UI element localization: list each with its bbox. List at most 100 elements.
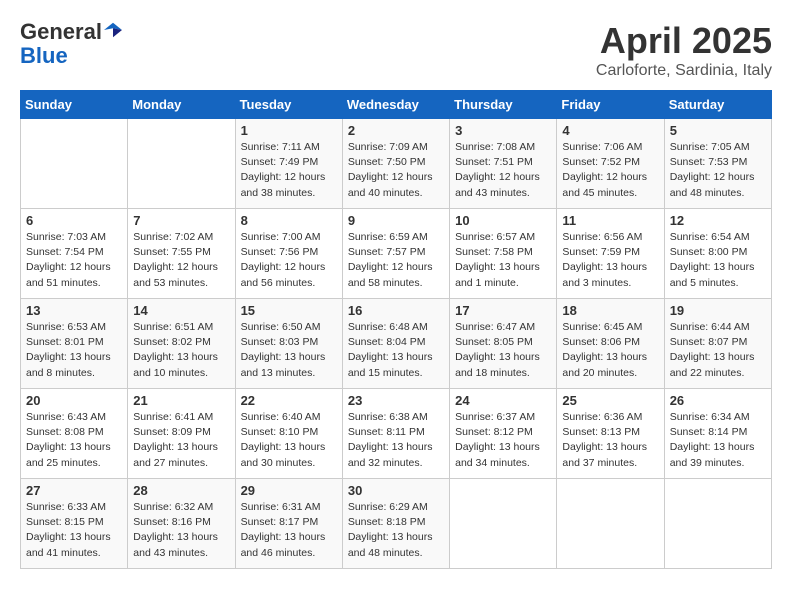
day-number: 8: [241, 213, 337, 228]
day-number: 10: [455, 213, 551, 228]
day-number: 18: [562, 303, 658, 318]
column-header-wednesday: Wednesday: [342, 91, 449, 119]
day-cell: 16Sunrise: 6:48 AM Sunset: 8:04 PM Dayli…: [342, 299, 449, 389]
day-number: 28: [133, 483, 229, 498]
day-number: 1: [241, 123, 337, 138]
day-number: 12: [670, 213, 766, 228]
day-info: Sunrise: 7:08 AM Sunset: 7:51 PM Dayligh…: [455, 140, 551, 201]
week-row-3: 13Sunrise: 6:53 AM Sunset: 8:01 PM Dayli…: [21, 299, 772, 389]
column-header-saturday: Saturday: [664, 91, 771, 119]
column-header-monday: Monday: [128, 91, 235, 119]
day-cell: 24 Sunrise: 6:37 AM Sunset: 8:12 PM Dayli…: [450, 389, 557, 479]
calendar-table: SundayMondayTuesdayWednesdayThursdayFrid…: [20, 90, 772, 569]
day-number: 5: [670, 123, 766, 138]
day-cell: 21 Sunrise: 6:41 AM Sunset: 8:09 PM Dayli…: [128, 389, 235, 479]
day-info: Sunrise: 6:29 AM Sunset: 8:18 PM Dayligh…: [348, 500, 444, 561]
day-cell: 3 Sunrise: 7:08 AM Sunset: 7:51 PM Daylig…: [450, 119, 557, 209]
day-info: Sunrise: 6:59 AM Sunset: 7:57 PM Dayligh…: [348, 230, 444, 291]
day-cell: 6 Sunrise: 7:03 AM Sunset: 7:54 PM Daylig…: [21, 209, 128, 299]
column-header-tuesday: Tuesday: [235, 91, 342, 119]
day-number: 13: [26, 303, 122, 318]
day-cell: 13Sunrise: 6:53 AM Sunset: 8:01 PM Dayli…: [21, 299, 128, 389]
day-cell: [128, 119, 235, 209]
day-number: 29: [241, 483, 337, 498]
day-cell: [21, 119, 128, 209]
day-number: 11: [562, 213, 658, 228]
day-info: Sunrise: 6:57 AM Sunset: 7:58 PM Dayligh…: [455, 230, 551, 291]
day-number: 2: [348, 123, 444, 138]
day-cell: 26Sunrise: 6:34 AM Sunset: 8:14 PM Dayli…: [664, 389, 771, 479]
column-header-sunday: Sunday: [21, 91, 128, 119]
day-cell: 1 Sunrise: 7:11 AM Sunset: 7:49 PM Daylig…: [235, 119, 342, 209]
day-info: Sunrise: 6:41 AM Sunset: 8:09 PM Dayligh…: [133, 410, 229, 471]
day-cell: 10 Sunrise: 6:57 AM Sunset: 7:58 PM Dayli…: [450, 209, 557, 299]
day-info: Sunrise: 7:00 AM Sunset: 7:56 PM Dayligh…: [241, 230, 337, 291]
day-info: Sunrise: 6:36 AM Sunset: 8:13 PM Dayligh…: [562, 410, 658, 471]
location: Carloforte, Sardinia, Italy: [596, 62, 772, 80]
title-block: April 2025 Carloforte, Sardinia, Italy: [596, 20, 772, 80]
day-info: Sunrise: 7:03 AM Sunset: 7:54 PM Dayligh…: [26, 230, 122, 291]
day-number: 17: [455, 303, 551, 318]
week-row-2: 6 Sunrise: 7:03 AM Sunset: 7:54 PM Daylig…: [21, 209, 772, 299]
day-number: 27: [26, 483, 122, 498]
page-header: General Blue April 2025 Carloforte, Sard…: [20, 20, 772, 80]
day-number: 15: [241, 303, 337, 318]
day-number: 19: [670, 303, 766, 318]
day-cell: 4 Sunrise: 7:06 AM Sunset: 7:52 PM Daylig…: [557, 119, 664, 209]
day-info: Sunrise: 6:31 AM Sunset: 8:17 PM Dayligh…: [241, 500, 337, 561]
day-info: Sunrise: 6:54 AM Sunset: 8:00 PM Dayligh…: [670, 230, 766, 291]
day-cell: 14Sunrise: 6:51 AM Sunset: 8:02 PM Dayli…: [128, 299, 235, 389]
day-info: Sunrise: 6:34 AM Sunset: 8:14 PM Dayligh…: [670, 410, 766, 471]
day-number: 23: [348, 393, 444, 408]
day-number: 24: [455, 393, 551, 408]
day-cell: [450, 479, 557, 569]
day-number: 7: [133, 213, 229, 228]
day-cell: 28 Sunrise: 6:32 AM Sunset: 8:16 PM Dayli…: [128, 479, 235, 569]
day-info: Sunrise: 6:33 AM Sunset: 8:15 PM Dayligh…: [26, 500, 122, 561]
logo-general: General: [20, 19, 102, 44]
day-info: Sunrise: 7:06 AM Sunset: 7:52 PM Dayligh…: [562, 140, 658, 201]
month-title: April 2025: [596, 20, 772, 62]
day-cell: 8 Sunrise: 7:00 AM Sunset: 7:56 PM Daylig…: [235, 209, 342, 299]
day-number: 16: [348, 303, 444, 318]
header-row: SundayMondayTuesdayWednesdayThursdayFrid…: [21, 91, 772, 119]
day-cell: 17 Sunrise: 6:47 AM Sunset: 8:05 PM Dayli…: [450, 299, 557, 389]
logo: General Blue: [20, 20, 122, 68]
day-number: 9: [348, 213, 444, 228]
day-cell: 23 Sunrise: 6:38 AM Sunset: 8:11 PM Dayli…: [342, 389, 449, 479]
day-cell: 18Sunrise: 6:45 AM Sunset: 8:06 PM Dayli…: [557, 299, 664, 389]
day-cell: 15Sunrise: 6:50 AM Sunset: 8:03 PM Dayli…: [235, 299, 342, 389]
day-info: Sunrise: 6:38 AM Sunset: 8:11 PM Dayligh…: [348, 410, 444, 471]
logo-blue: Blue: [20, 43, 68, 68]
week-row-5: 27 Sunrise: 6:33 AM Sunset: 8:15 PM Dayli…: [21, 479, 772, 569]
day-number: 6: [26, 213, 122, 228]
week-row-4: 20Sunrise: 6:43 AM Sunset: 8:08 PM Dayli…: [21, 389, 772, 479]
day-info: Sunrise: 6:37 AM Sunset: 8:12 PM Dayligh…: [455, 410, 551, 471]
day-cell: 20Sunrise: 6:43 AM Sunset: 8:08 PM Dayli…: [21, 389, 128, 479]
week-row-1: 1 Sunrise: 7:11 AM Sunset: 7:49 PM Daylig…: [21, 119, 772, 209]
day-cell: 11 Sunrise: 6:56 AM Sunset: 7:59 PM Dayli…: [557, 209, 664, 299]
day-info: Sunrise: 7:05 AM Sunset: 7:53 PM Dayligh…: [670, 140, 766, 201]
column-header-thursday: Thursday: [450, 91, 557, 119]
day-number: 4: [562, 123, 658, 138]
day-info: Sunrise: 6:44 AM Sunset: 8:07 PM Dayligh…: [670, 320, 766, 381]
day-info: Sunrise: 7:09 AM Sunset: 7:50 PM Dayligh…: [348, 140, 444, 201]
day-info: Sunrise: 6:40 AM Sunset: 8:10 PM Dayligh…: [241, 410, 337, 471]
day-cell: [557, 479, 664, 569]
day-info: Sunrise: 6:32 AM Sunset: 8:16 PM Dayligh…: [133, 500, 229, 561]
day-info: Sunrise: 6:47 AM Sunset: 8:05 PM Dayligh…: [455, 320, 551, 381]
day-cell: 22Sunrise: 6:40 AM Sunset: 8:10 PM Dayli…: [235, 389, 342, 479]
day-cell: 25 Sunrise: 6:36 AM Sunset: 8:13 PM Dayli…: [557, 389, 664, 479]
day-cell: 9 Sunrise: 6:59 AM Sunset: 7:57 PM Daylig…: [342, 209, 449, 299]
day-cell: 2 Sunrise: 7:09 AM Sunset: 7:50 PM Daylig…: [342, 119, 449, 209]
day-info: Sunrise: 7:11 AM Sunset: 7:49 PM Dayligh…: [241, 140, 337, 201]
day-cell: 29 Sunrise: 6:31 AM Sunset: 8:17 PM Dayli…: [235, 479, 342, 569]
day-number: 20: [26, 393, 122, 408]
day-number: 3: [455, 123, 551, 138]
day-cell: 5 Sunrise: 7:05 AM Sunset: 7:53 PM Daylig…: [664, 119, 771, 209]
day-info: Sunrise: 6:56 AM Sunset: 7:59 PM Dayligh…: [562, 230, 658, 291]
day-number: 14: [133, 303, 229, 318]
day-number: 21: [133, 393, 229, 408]
day-number: 25: [562, 393, 658, 408]
day-cell: 19 Sunrise: 6:44 AM Sunset: 8:07 PM Dayli…: [664, 299, 771, 389]
